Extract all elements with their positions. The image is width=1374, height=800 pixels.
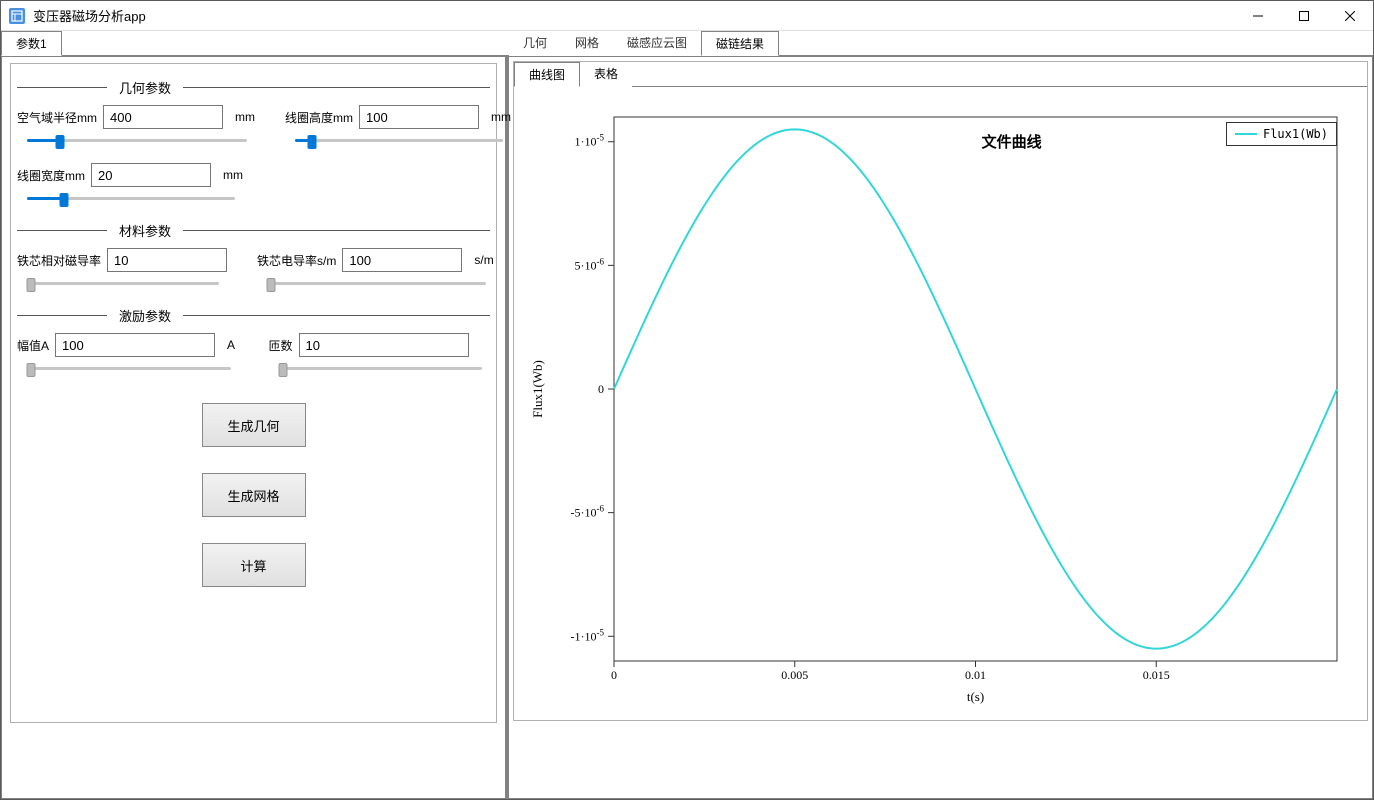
svg-text:0.005: 0.005 — [781, 668, 808, 682]
svg-text:Flux1(Wb): Flux1(Wb) — [530, 360, 545, 418]
param-core-cond: 铁芯电导率s/m s/m — [257, 248, 494, 290]
window-controls — [1235, 1, 1373, 31]
coil-width-input[interactable] — [91, 163, 211, 187]
sub-tab-table[interactable]: 表格 — [580, 62, 632, 87]
svg-text:-5·10-6: -5·10-6 — [571, 504, 605, 520]
param-amplitude: 幅值A A — [17, 333, 239, 375]
app-window: 变压器磁场分析app 参数1 几何 网格 磁感应云图 磁链结果 几何参数 — [0, 0, 1374, 800]
amplitude-input[interactable] — [55, 333, 215, 357]
minimize-button[interactable] — [1235, 1, 1281, 31]
section-material-header: 材料参数 — [17, 221, 490, 240]
svg-text:1·10-5: 1·10-5 — [575, 133, 605, 149]
chart-legend: Flux1(Wb) — [1226, 122, 1337, 146]
flux-chart: -1·10-5 -5·10-6 0 5·10-6 1·10-5 0 0.005 0.01 0.0… — [524, 97, 1357, 711]
titlebar: 变压器磁场分析app — [1, 1, 1373, 31]
close-button[interactable] — [1327, 1, 1373, 31]
maximize-button[interactable] — [1281, 1, 1327, 31]
core-cond-unit: s/m — [474, 253, 493, 267]
svg-text:-1·10-5: -1·10-5 — [571, 627, 605, 643]
section-geom-header: 几何参数 — [17, 78, 490, 97]
amplitude-unit: A — [227, 338, 235, 352]
coil-height-label: 线圈高度mm — [285, 109, 353, 126]
coil-width-unit: mm — [223, 168, 243, 182]
tab-params1[interactable]: 参数1 — [1, 31, 62, 56]
generate-mesh-button[interactable]: 生成网格 — [202, 473, 306, 517]
param-coil-height: 线圈高度mm mm — [285, 105, 511, 147]
tab-geometry[interactable]: 几何 — [509, 31, 561, 56]
svg-text:5·10-6: 5·10-6 — [575, 256, 605, 272]
turns-slider[interactable] — [279, 361, 483, 375]
svg-text:0: 0 — [611, 668, 617, 682]
param-air-radius: 空气域半径mm mm — [17, 105, 255, 147]
tab-flux-result[interactable]: 磁链结果 — [701, 31, 779, 56]
tab-cloudmap[interactable]: 磁感应云图 — [613, 31, 701, 56]
coil-height-input[interactable] — [359, 105, 479, 129]
result-sub-tabs: 曲线图 表格 — [514, 62, 1367, 87]
legend-label: Flux1(Wb) — [1263, 127, 1328, 141]
generate-geometry-button[interactable]: 生成几何 — [202, 403, 306, 447]
coil-height-unit: mm — [491, 110, 511, 124]
chart-area: -1·10-5 -5·10-6 0 5·10-6 1·10-5 0 0.005 0.01 0.0… — [514, 87, 1367, 721]
core-cond-input[interactable] — [342, 248, 462, 272]
left-panel: 几何参数 空气域半径mm mm — [1, 56, 509, 799]
core-perm-input[interactable] — [107, 248, 227, 272]
legend-line-icon — [1235, 133, 1257, 135]
svg-text:0: 0 — [598, 382, 604, 396]
coil-width-label: 线圈宽度mm — [17, 167, 85, 184]
main-tab-row: 参数1 几何 网格 磁感应云图 磁链结果 — [1, 31, 1373, 56]
content-area: 几何参数 空气域半径mm mm — [1, 56, 1373, 799]
core-cond-label: 铁芯电导率s/m — [257, 252, 336, 269]
air-radius-label: 空气域半径mm — [17, 109, 97, 126]
sub-tab-curve[interactable]: 曲线图 — [514, 62, 580, 87]
svg-text:文件曲线: 文件曲线 — [982, 133, 1042, 151]
param-core-perm: 铁芯相对磁导率 — [17, 248, 227, 290]
air-radius-unit: mm — [235, 110, 255, 124]
coil-height-slider[interactable] — [295, 133, 503, 147]
air-radius-input[interactable] — [103, 105, 223, 129]
param-coil-width: 线圈宽度mm mm — [17, 163, 243, 205]
core-perm-label: 铁芯相对磁导率 — [17, 252, 101, 269]
air-radius-slider[interactable] — [27, 133, 247, 147]
turns-label: 匝数 — [269, 337, 293, 354]
compute-button[interactable]: 计算 — [202, 543, 306, 587]
right-panel: 曲线图 表格 -1·10-5 -5·10-6 0 5·10-6 1·10-5 0 0.005… — [509, 56, 1373, 799]
window-title: 变压器磁场分析app — [33, 6, 1235, 25]
core-cond-slider[interactable] — [267, 276, 486, 290]
app-icon — [9, 8, 25, 24]
core-perm-slider[interactable] — [27, 276, 219, 290]
svg-text:t(s): t(s) — [967, 689, 984, 704]
svg-text:0.01: 0.01 — [965, 668, 986, 682]
svg-text:0.015: 0.015 — [1143, 668, 1170, 682]
tab-mesh[interactable]: 网格 — [561, 31, 613, 56]
amplitude-slider[interactable] — [27, 361, 231, 375]
param-turns: 匝数 — [269, 333, 491, 375]
turns-input[interactable] — [299, 333, 469, 357]
amplitude-label: 幅值A — [17, 337, 49, 354]
section-excite-header: 激励参数 — [17, 306, 490, 325]
coil-width-slider[interactable] — [27, 191, 235, 205]
